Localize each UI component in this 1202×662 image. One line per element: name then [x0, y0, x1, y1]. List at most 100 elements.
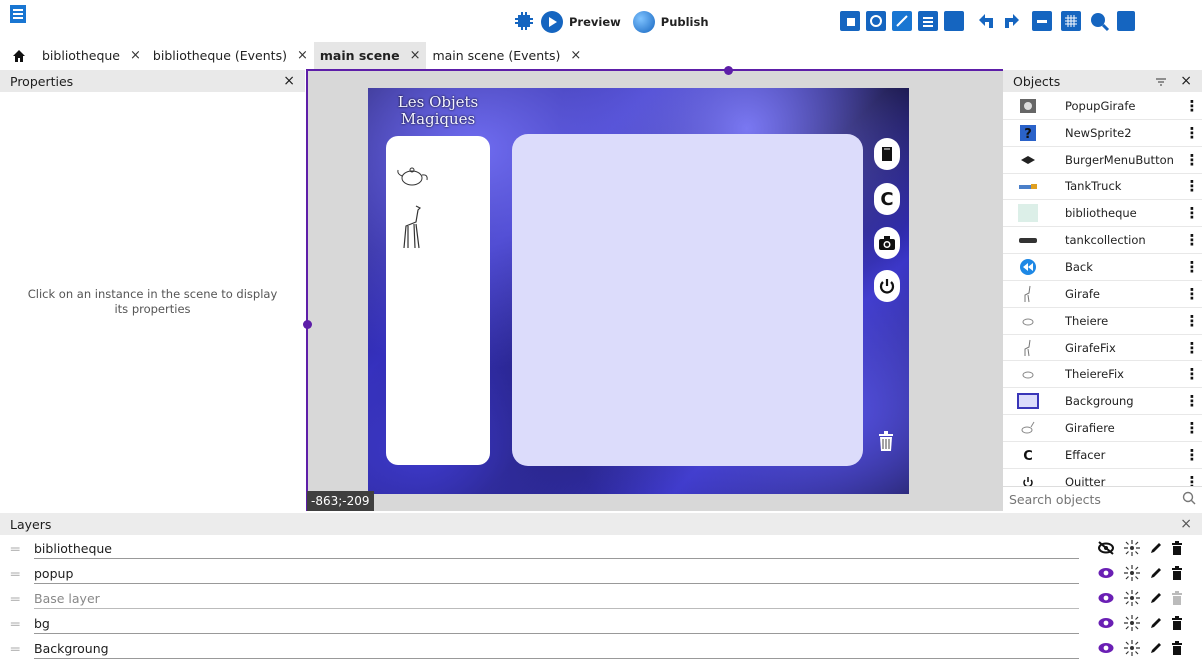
delete-layer-icon[interactable]: [1171, 616, 1183, 633]
close-tab-icon[interactable]: ×: [570, 48, 581, 63]
object-menu-icon[interactable]: ⋮: [1182, 124, 1202, 142]
drag-handle-icon[interactable]: ═: [11, 642, 25, 658]
layer-row-backgroung[interactable]: ═ Backgroung: [0, 637, 1202, 662]
layer-name[interactable]: bibliotheque: [34, 540, 1079, 559]
edit-layer-icon[interactable]: [1149, 616, 1163, 633]
preview-button[interactable]: Preview: [569, 15, 621, 29]
layer-effects-icon[interactable]: [1123, 564, 1141, 585]
visibility-icon[interactable]: [1097, 591, 1115, 608]
network-preview-icon[interactable]: [513, 10, 535, 35]
layer-row-base-layer[interactable]: ═ Base layer: [0, 587, 1202, 612]
object-item-girafefix[interactable]: GirafeFix ⋮: [1003, 335, 1202, 362]
redo-icon[interactable]: [1001, 10, 1023, 32]
home-icon[interactable]: [12, 49, 26, 63]
layer-name[interactable]: popup: [34, 565, 1079, 584]
object-item-theiere[interactable]: Theiere ⋮: [1003, 308, 1202, 335]
layer-name[interactable]: Backgroung: [34, 640, 1079, 659]
delete-layer-icon[interactable]: [1171, 641, 1183, 658]
undo-icon[interactable]: [975, 10, 997, 32]
object-menu-icon[interactable]: ⋮: [1182, 285, 1202, 303]
object-item-backgroung[interactable]: Backgroung ⋮: [1003, 388, 1202, 416]
object-menu-icon[interactable]: ⋮: [1182, 473, 1202, 486]
inventory-panel[interactable]: [386, 136, 490, 465]
object-item-theierefix[interactable]: TheiereFix ⋮: [1003, 361, 1202, 389]
visibility-icon[interactable]: [1097, 566, 1115, 583]
close-tab-icon[interactable]: ×: [297, 48, 308, 63]
search-icon[interactable]: [1182, 491, 1196, 508]
trash-icon[interactable]: [877, 430, 895, 455]
resize-handle-left[interactable]: [303, 320, 312, 329]
object-menu-icon[interactable]: ⋮: [1182, 392, 1202, 410]
edit-layer-icon[interactable]: [1149, 566, 1163, 583]
object-menu-icon[interactable]: ⋮: [1182, 97, 1202, 115]
giraffe-icon[interactable]: [398, 204, 426, 253]
object-editor-icon[interactable]: [944, 11, 964, 31]
visibility-icon[interactable]: [1097, 616, 1115, 633]
settings-icon[interactable]: [1117, 11, 1135, 31]
preview-icon[interactable]: [541, 11, 563, 33]
tab-bibliotheque-events[interactable]: bibliotheque (Events) ×: [147, 42, 314, 69]
close-properties-icon[interactable]: ×: [283, 73, 295, 89]
publish-button[interactable]: Publish: [661, 15, 709, 29]
object-menu-icon[interactable]: ⋮: [1182, 419, 1202, 437]
edit-layer-icon[interactable]: [1149, 641, 1163, 658]
layer-name[interactable]: bg: [34, 615, 1079, 634]
layer-effects-icon[interactable]: [1123, 639, 1141, 660]
object-item-newsprite2[interactable]: ? NewSprite2 ⋮: [1003, 120, 1202, 147]
object-menu-icon[interactable]: ⋮: [1182, 446, 1202, 464]
tab-main-scene[interactable]: main scene ×: [313, 42, 427, 69]
object-menu-icon[interactable]: ⋮: [1182, 365, 1202, 383]
object-item-back[interactable]: Back ⋮: [1003, 254, 1202, 281]
object-menu-icon[interactable]: ⋮: [1182, 312, 1202, 330]
layer-effects-icon[interactable]: [1123, 539, 1141, 560]
layer-effects-icon[interactable]: [1123, 589, 1141, 610]
camera-button[interactable]: [874, 227, 900, 259]
toggle-grid-icon[interactable]: [1061, 11, 1081, 31]
zoom-icon[interactable]: [1088, 10, 1110, 32]
close-layers-icon[interactable]: ×: [1180, 516, 1192, 532]
quit-button[interactable]: [874, 270, 900, 302]
instances-list-icon[interactable]: [892, 11, 912, 31]
object-menu-icon[interactable]: ⋮: [1182, 339, 1202, 357]
object-menu-icon[interactable]: ⋮: [1182, 151, 1202, 169]
book-button[interactable]: [874, 138, 900, 170]
project-manager-icon[interactable]: [9, 4, 27, 24]
layer-row-bibliotheque[interactable]: ═ bibliotheque: [0, 537, 1202, 562]
layer-name[interactable]: Base layer: [34, 590, 1079, 609]
publish-icon[interactable]: [632, 11, 655, 33]
visibility-off-icon[interactable]: [1097, 541, 1115, 558]
object-menu-icon[interactable]: ⋮: [1182, 258, 1202, 276]
object-item-burgermenubutton[interactable]: BurgerMenuButton ⋮: [1003, 147, 1202, 174]
filter-icon[interactable]: [1156, 74, 1167, 89]
search-objects-input[interactable]: [1009, 491, 1182, 507]
drag-handle-icon[interactable]: ═: [11, 542, 25, 558]
close-objects-icon[interactable]: ×: [1180, 73, 1192, 89]
drag-handle-icon[interactable]: ═: [11, 617, 25, 633]
object-groups-icon[interactable]: [840, 11, 860, 31]
close-tab-icon[interactable]: ×: [410, 48, 421, 63]
object-item-popupgirafe[interactable]: PopupGirafe ⋮: [1003, 93, 1202, 120]
drag-handle-icon[interactable]: ═: [11, 592, 25, 608]
layer-row-bg[interactable]: ═ bg: [0, 612, 1202, 637]
layers-icon[interactable]: [918, 11, 938, 31]
erase-button[interactable]: C: [874, 183, 900, 215]
object-item-quitter[interactable]: Quitter ⋮: [1003, 469, 1202, 486]
teapot-icon[interactable]: [396, 164, 430, 189]
object-item-effacer[interactable]: C Effacer ⋮: [1003, 442, 1202, 469]
delete-layer-icon[interactable]: [1171, 541, 1183, 558]
edit-layer-icon[interactable]: [1149, 591, 1163, 608]
tab-bibliotheque[interactable]: bibliotheque ×: [36, 42, 147, 69]
resize-handle-top[interactable]: [724, 66, 733, 75]
visibility-icon[interactable]: [1097, 641, 1115, 658]
object-menu-icon[interactable]: ⋮: [1182, 231, 1202, 249]
object-menu-icon[interactable]: ⋮: [1182, 204, 1202, 222]
toggle-window-mask-icon[interactable]: [1032, 11, 1052, 31]
edit-layer-icon[interactable]: [1149, 541, 1163, 558]
tab-main-scene-events[interactable]: main scene (Events) ×: [426, 42, 587, 69]
object-item-girafe[interactable]: Girafe ⋮: [1003, 281, 1202, 308]
delete-layer-icon[interactable]: [1171, 566, 1183, 583]
object-menu-icon[interactable]: ⋮: [1182, 177, 1202, 195]
layer-row-popup[interactable]: ═ popup: [0, 562, 1202, 587]
properties-icon[interactable]: [866, 11, 886, 31]
close-tab-icon[interactable]: ×: [130, 48, 141, 63]
